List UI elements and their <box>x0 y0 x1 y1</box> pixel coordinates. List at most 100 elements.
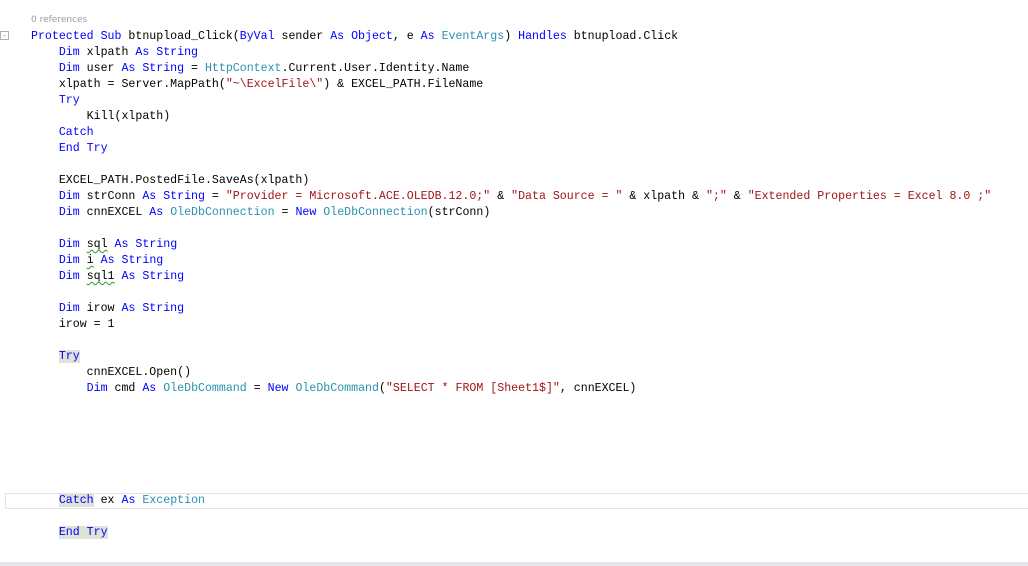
keyword-token: Dim <box>58 254 80 267</box>
code-line[interactable]: Try <box>31 349 991 365</box>
keyword-token: As String <box>121 270 185 283</box>
code-line[interactable]: Dim cmd As OleDbCommand = New OleDbComma… <box>31 381 991 397</box>
code-token: , cnnEXCEL) <box>559 382 637 395</box>
code-line[interactable]: End Try <box>31 141 991 157</box>
keyword-token: Dim <box>58 62 80 75</box>
code-token: & <box>726 190 748 203</box>
code-line[interactable] <box>31 157 991 173</box>
code-lines[interactable]: Protected Sub btnupload_Click(ByVal send… <box>31 29 991 541</box>
keyword-token: Handles <box>518 30 567 43</box>
code-line[interactable]: Dim sql1 As String <box>31 269 991 285</box>
code-line[interactable]: EXCEL_PATH.PostedFile.SaveAs(xlpath) <box>31 173 991 189</box>
code-line[interactable]: Dim irow As String <box>31 301 991 317</box>
highlighted-keyword-token: Try <box>58 350 80 363</box>
code-token: irow = 1 <box>58 318 115 331</box>
highlighted-keyword-token: Catch <box>58 494 94 507</box>
keyword-token: End Try <box>58 142 108 155</box>
string-token: "~\ExcelFile\" <box>225 78 324 91</box>
collapse-toggle-icon[interactable]: - <box>0 31 9 40</box>
code-line[interactable]: Dim user As String = HttpContext.Current… <box>31 61 991 77</box>
keyword-token: As <box>121 494 136 507</box>
string-token: "Extended Properties = Excel 8.0 ;" <box>747 190 992 203</box>
code-token: ) <box>504 30 519 43</box>
code-line[interactable]: irow = 1 <box>31 317 991 333</box>
keyword-token: Dim <box>86 382 108 395</box>
string-token: "Data Source = " <box>511 190 623 203</box>
code-token: ) & EXCEL_PATH.FileName <box>323 78 484 91</box>
keyword-token: As Object <box>330 30 393 43</box>
highlighted-keyword-token: End Try <box>58 526 108 539</box>
code-line[interactable]: Dim cnnEXCEL As OleDbConnection = New Ol… <box>31 205 991 221</box>
string-token: "SELECT * FROM [Sheet1$]" <box>385 382 560 395</box>
warning-squiggle-token: sql1 <box>86 270 115 283</box>
code-token: sender <box>274 30 331 43</box>
code-token: = <box>184 62 205 75</box>
keyword-token: Dim <box>58 302 80 315</box>
code-line[interactable] <box>31 429 991 445</box>
code-token: xlpath = Server.MapPath( <box>58 78 226 91</box>
code-line[interactable] <box>31 413 991 429</box>
code-token: btnupload.Click <box>566 30 679 43</box>
code-token: = <box>246 382 268 395</box>
code-line[interactable] <box>31 221 991 237</box>
code-line[interactable] <box>31 397 991 413</box>
keyword-token: ByVal <box>239 30 275 43</box>
code-line[interactable]: Dim i As String <box>31 253 991 269</box>
horizontal-scrollbar[interactable] <box>0 562 1028 566</box>
code-token: cmd <box>107 382 143 395</box>
codelens-references[interactable]: 0 references <box>31 15 87 25</box>
keyword-token: As String <box>121 62 185 75</box>
code-line[interactable]: xlpath = Server.MapPath("~\ExcelFile\") … <box>31 77 991 93</box>
keyword-token: Dim <box>58 46 80 59</box>
keyword-token: New <box>267 382 289 395</box>
code-line[interactable] <box>31 477 991 493</box>
code-line[interactable]: Catch <box>31 125 991 141</box>
code-token: strConn <box>79 190 143 203</box>
code-line[interactable] <box>31 285 991 301</box>
code-line[interactable]: End Try <box>31 525 991 541</box>
code-line[interactable]: Protected Sub btnupload_Click(ByVal send… <box>31 29 991 45</box>
keyword-token: Catch <box>58 126 94 139</box>
code-line[interactable]: Try <box>31 93 991 109</box>
code-token: xlpath <box>79 46 136 59</box>
code-line[interactable] <box>31 333 991 349</box>
code-line[interactable] <box>31 445 991 461</box>
keyword-token: As String <box>100 254 164 267</box>
type-token: HttpContext <box>204 62 282 75</box>
code-token: = <box>274 206 296 219</box>
code-editor[interactable]: 0 references - Protected Sub btnupload_C… <box>0 0 1028 562</box>
code-line[interactable]: Dim sql As String <box>31 237 991 253</box>
code-line[interactable]: cnnEXCEL.Open() <box>31 365 991 381</box>
keyword-token: As String <box>142 190 205 203</box>
code-line[interactable]: Kill(xlpath) <box>31 109 991 125</box>
keyword-token: New <box>295 206 317 219</box>
keyword-token: Dim <box>58 190 80 203</box>
keyword-token: Protected Sub <box>31 30 122 43</box>
code-line[interactable]: Catch ex As Exception <box>31 493 991 509</box>
keyword-token: As <box>149 206 164 219</box>
keyword-token: As <box>420 30 435 43</box>
code-line[interactable] <box>31 509 991 525</box>
code-line[interactable]: Dim strConn As String = "Provider = Micr… <box>31 189 991 205</box>
code-token: EXCEL_PATH.PostedFile.SaveAs(xlpath) <box>58 174 310 187</box>
code-line[interactable]: Dim xlpath As String <box>31 45 991 61</box>
code-line[interactable] <box>31 461 991 477</box>
string-token: ";" <box>705 190 727 203</box>
